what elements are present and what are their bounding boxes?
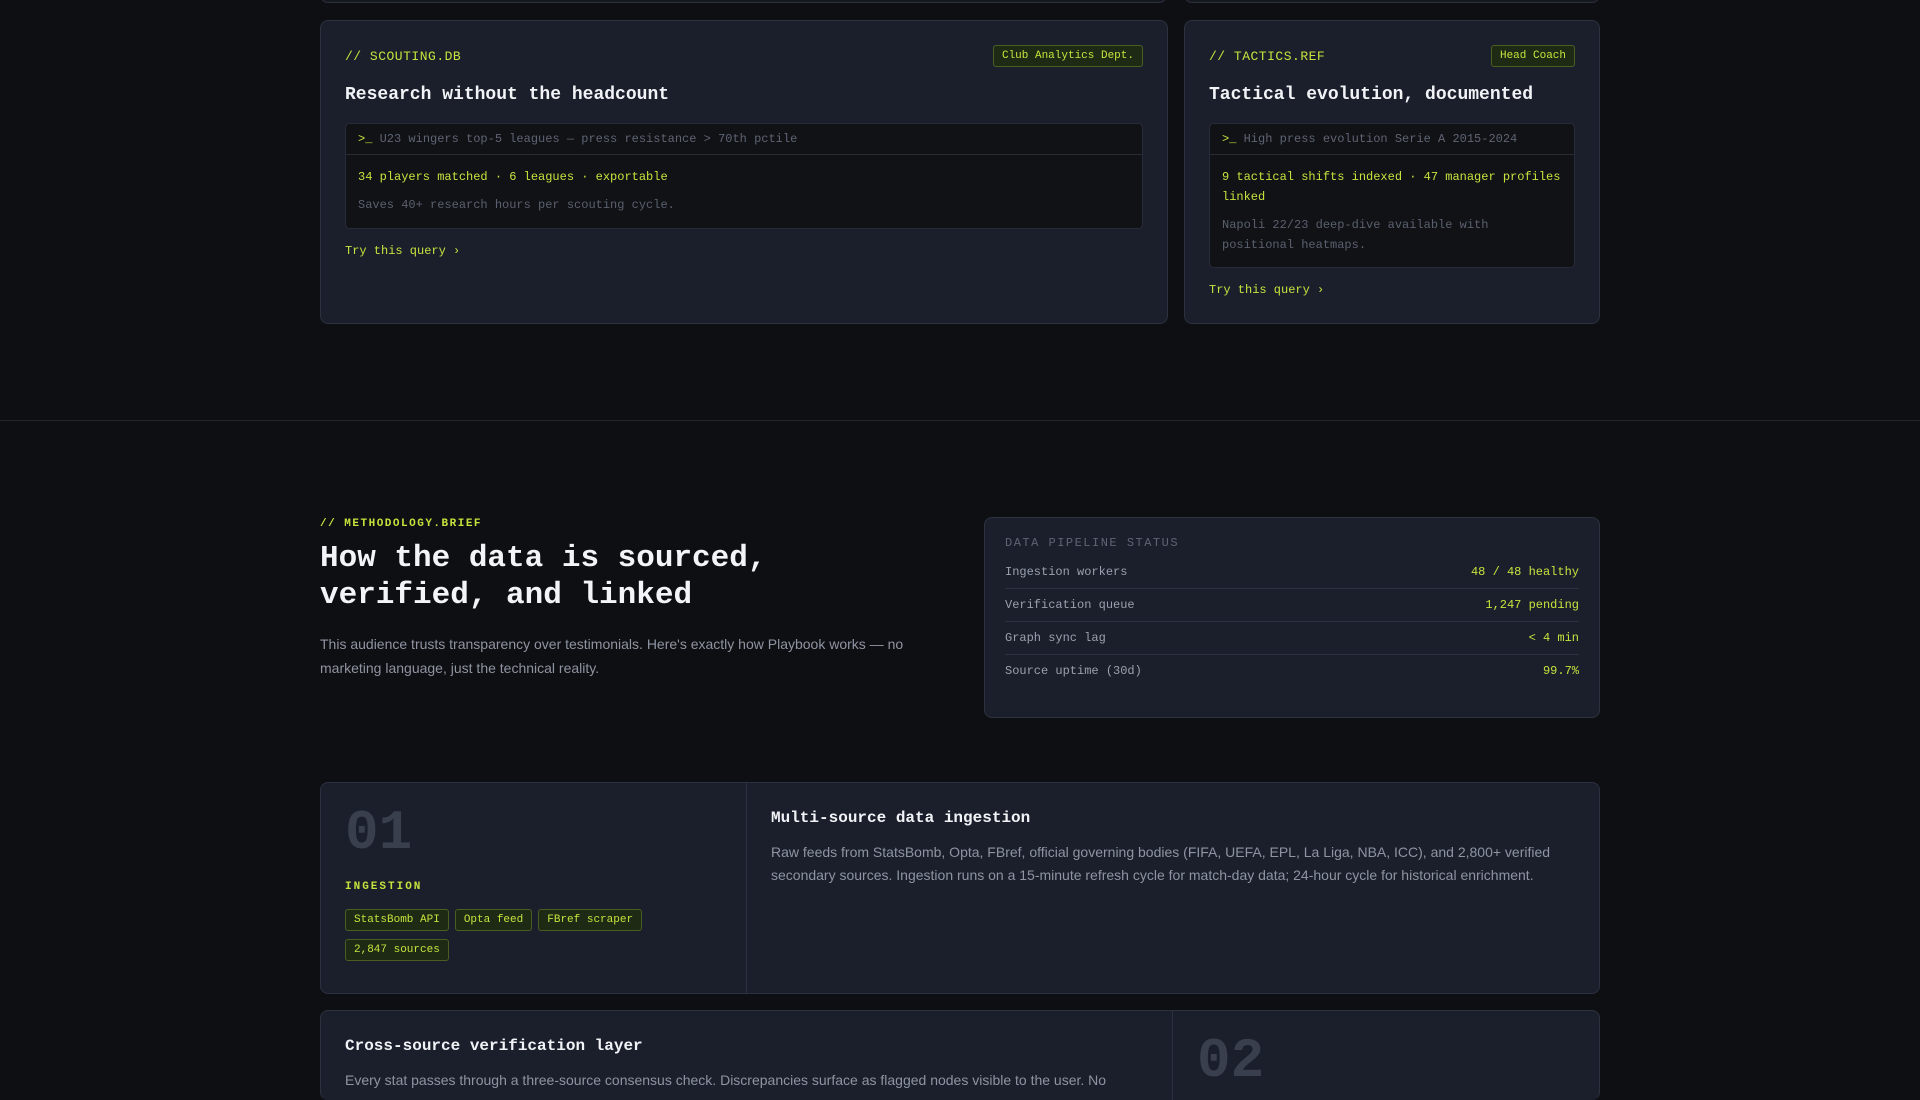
- step-title: Cross-source verification layer: [345, 1037, 643, 1055]
- previous-card-edge-right: [1184, 0, 1600, 3]
- prompt-icon: >_: [1222, 132, 1237, 146]
- status-value: < 4 min: [1528, 631, 1579, 645]
- status-row: Source uptime (30d) 99.7%: [1005, 655, 1579, 687]
- status-row: Graph sync lag < 4 min: [1005, 622, 1579, 655]
- status-key: Source uptime (30d): [1005, 664, 1142, 678]
- step-card-verification: Cross-source verification layer Every st…: [320, 1010, 1600, 1100]
- step-description: Every stat passes through a three-source…: [345, 1072, 1107, 1088]
- methodology-label: // METHODOLOGY.BRIEF: [320, 518, 483, 530]
- step-meta: 02: [1173, 1011, 1599, 1100]
- source-tag: Opta feed: [454, 909, 533, 931]
- step-title: Multi-source data ingestion: [771, 809, 1031, 827]
- status-value: 48 / 48 healthy: [1470, 565, 1579, 579]
- audience-badge: Head Coach: [1490, 45, 1575, 67]
- status-value: 99.7%: [1542, 664, 1579, 678]
- tactics-card: // TACTICS.REF Head Coach Tactical evolu…: [1184, 20, 1600, 324]
- query-note: Saves 40+ research hours per scouting cy…: [358, 198, 675, 212]
- step-number: 02: [1197, 1029, 1265, 1093]
- query-note: Napoli 22/23 deep-dive available with po…: [1222, 218, 1489, 252]
- prompt-icon: >_: [358, 132, 373, 146]
- pipeline-title: DATA PIPELINE STATUS: [1005, 536, 1180, 550]
- step-meta: 01 INGESTION StatsBomb API Opta feed FBref…: [321, 783, 747, 993]
- section-divider: [0, 420, 1920, 421]
- scouting-card: // SCOUTING.DB Club Analytics Dept. Rese…: [320, 20, 1168, 324]
- source-tag: StatsBomb API: [345, 909, 449, 931]
- query-text: High press evolution Serie A 2015-2024: [1243, 132, 1518, 146]
- step-label: INGESTION: [345, 881, 423, 893]
- card-title: Research without the headcount: [345, 85, 670, 105]
- status-key: Ingestion workers: [1005, 565, 1128, 579]
- step-card-ingestion: 01 INGESTION StatsBomb API Opta feed FBref…: [320, 782, 1600, 994]
- query-line: >_ U23 wingers top-5 leagues — press res…: [346, 124, 1142, 155]
- try-query-link[interactable]: Try this query ›: [345, 244, 460, 258]
- tag-list: StatsBomb API Opta feed FBref scraper 2,847…: [345, 909, 665, 969]
- card-label: // TACTICS.REF: [1209, 49, 1326, 64]
- step-body: Multi-source data ingestion Raw feeds fr…: [747, 783, 1599, 993]
- try-query-link[interactable]: Try this query ›: [1209, 283, 1324, 297]
- source-tag: 2,847 sources: [345, 939, 449, 961]
- query-result: 9 tactical shifts indexed · 47 manager p…: [1222, 170, 1561, 204]
- query-box: >_ High press evolution Serie A 2015-202…: [1209, 123, 1575, 268]
- source-tag: FBref scraper: [538, 909, 643, 931]
- methodology-description: This audience trusts transparency over t…: [320, 636, 904, 676]
- heading-line-1: How the data is sourced,: [320, 541, 767, 576]
- step-description: Raw feeds from StatsBomb, Opta, FBref, o…: [771, 844, 1551, 883]
- pipeline-status-panel: DATA PIPELINE STATUS Ingestion workers 48…: [984, 517, 1600, 718]
- card-title: Tactical evolution, documented: [1209, 85, 1534, 105]
- status-value: 1,247 pending: [1485, 598, 1579, 612]
- status-key: Graph sync lag: [1005, 631, 1106, 645]
- query-box: >_ U23 wingers top-5 leagues — press res…: [345, 123, 1143, 229]
- step-body: Cross-source verification layer Every st…: [321, 1011, 1173, 1100]
- methodology-heading: How the data is sourced, verified, and l…: [320, 540, 766, 614]
- heading-line-2: verified, and linked: [320, 578, 693, 613]
- step-number: 01: [345, 801, 413, 865]
- query-result: 34 players matched · 6 leagues · exporta…: [358, 170, 668, 184]
- query-text: U23 wingers top-5 leagues — press resist…: [379, 132, 798, 146]
- query-line: >_ High press evolution Serie A 2015-202…: [1210, 124, 1574, 155]
- audience-badge: Club Analytics Dept.: [992, 45, 1143, 67]
- previous-card-edge-left: [320, 0, 1167, 3]
- card-label: // SCOUTING.DB: [345, 49, 462, 64]
- status-key: Verification queue: [1005, 598, 1135, 612]
- status-row: Ingestion workers 48 / 48 healthy: [1005, 556, 1579, 589]
- status-row: Verification queue 1,247 pending: [1005, 589, 1579, 622]
